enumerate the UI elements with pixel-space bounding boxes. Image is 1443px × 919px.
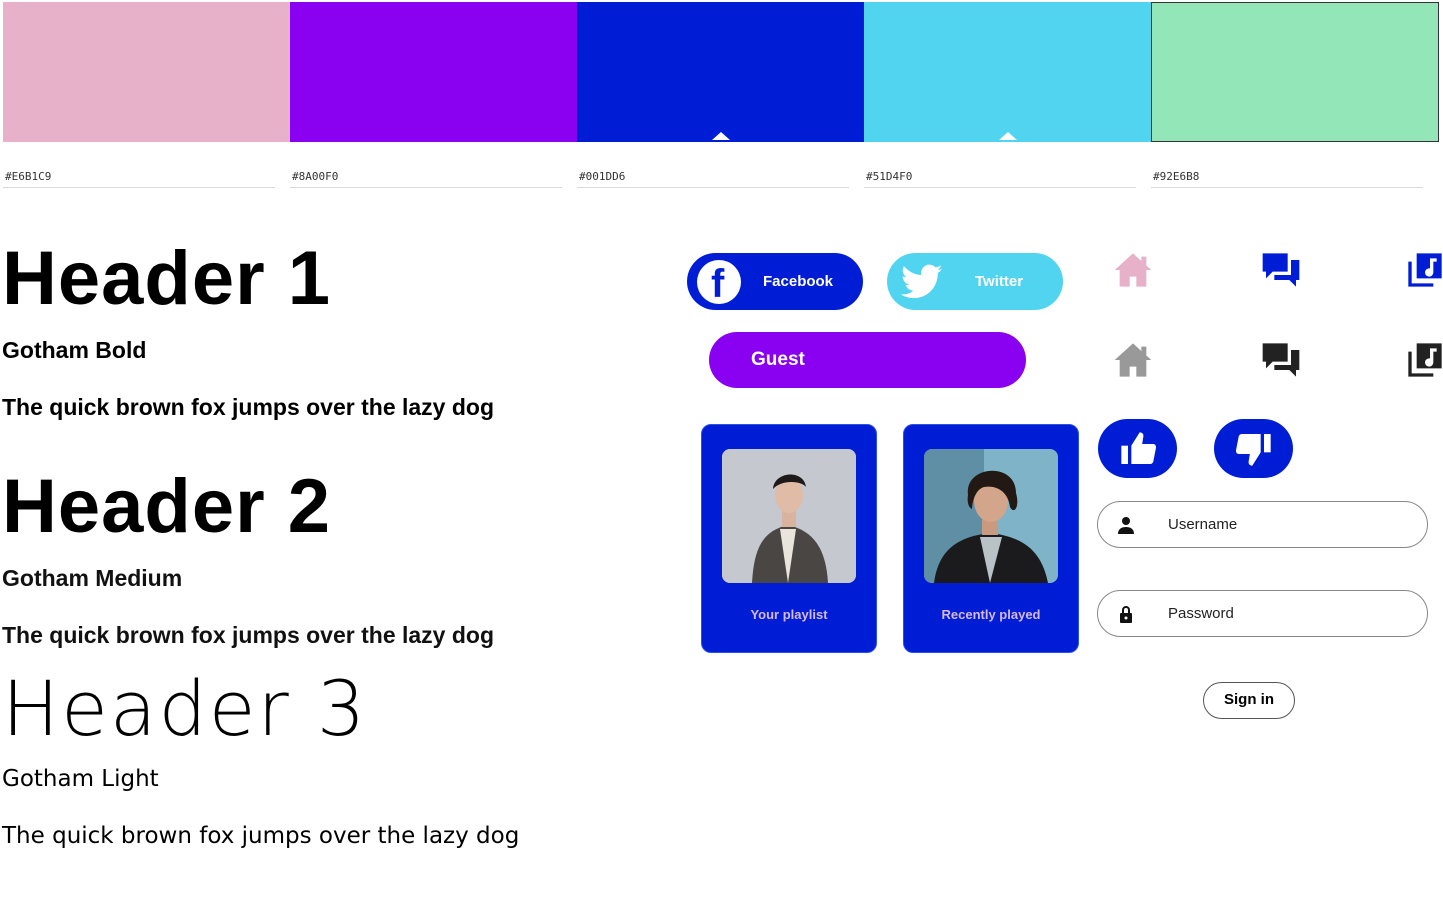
username-placeholder: Username: [1168, 516, 1238, 533]
header-1-sample: Header 1: [2, 236, 332, 321]
swatch-purple: [290, 2, 577, 142]
username-field[interactable]: Username: [1097, 501, 1428, 548]
swatch-pink: [3, 2, 290, 142]
password-field[interactable]: Password: [1097, 590, 1428, 637]
like-button[interactable]: [1098, 419, 1177, 478]
password-placeholder: Password: [1168, 605, 1234, 622]
swatch-cyan: [864, 2, 1151, 142]
lock-icon: [1120, 606, 1132, 623]
header-3-font-name: Gotham Light: [2, 766, 159, 792]
music-library-icon[interactable]: [1405, 340, 1443, 380]
swatch-hex-label: #8A00F0: [290, 170, 562, 188]
facebook-button[interactable]: f Facebook: [687, 253, 863, 310]
thumbs-up-icon: [1121, 432, 1157, 464]
caret-up-icon: [711, 132, 730, 140]
twitter-button[interactable]: Twitter: [887, 253, 1063, 310]
sign-in-button[interactable]: Sign in: [1203, 682, 1295, 719]
swatch-green: [1151, 2, 1439, 142]
home-icon[interactable]: [1113, 250, 1153, 290]
swatch-hex-label: #92E6B8: [1151, 170, 1423, 188]
header-3-pangram: The quick brown fox jumps over the lazy …: [2, 823, 520, 849]
recently-played-card[interactable]: Recently played: [903, 424, 1079, 653]
artist-photo: [722, 449, 856, 583]
twitter-button-label: Twitter: [975, 273, 1024, 290]
twitter-icon: [901, 264, 943, 298]
thumbs-down-icon: [1235, 434, 1271, 466]
facebook-button-label: Facebook: [763, 273, 834, 290]
caret-up-icon: [998, 132, 1017, 140]
artist-photo: [924, 449, 1058, 583]
header-1-pangram: The quick brown fox jumps over the lazy …: [2, 394, 495, 420]
chat-icon[interactable]: [1261, 250, 1301, 290]
card-caption: Recently played: [941, 607, 1041, 622]
header-2-sample: Header 2: [2, 464, 332, 549]
header-3-sample: Header 3: [2, 664, 368, 753]
card-caption: Your playlist: [750, 607, 828, 622]
swatch-hex-label: #E6B1C9: [3, 170, 275, 188]
header-1-font-name: Gotham Bold: [2, 337, 147, 363]
facebook-icon: f: [697, 259, 741, 306]
header-2-font-name: Gotham Medium: [2, 565, 183, 591]
home-icon[interactable]: [1113, 340, 1153, 380]
guest-button-label: Guest: [751, 349, 805, 370]
dislike-button[interactable]: [1214, 419, 1293, 478]
swatch-hex-label: #51D4F0: [864, 170, 1136, 188]
your-playlist-card[interactable]: Your playlist: [701, 424, 877, 653]
chat-icon[interactable]: [1261, 340, 1301, 380]
header-2-pangram: The quick brown fox jumps over the lazy …: [2, 622, 495, 648]
guest-button[interactable]: Guest: [709, 332, 1026, 388]
user-icon: [1118, 517, 1134, 534]
music-library-icon[interactable]: [1405, 250, 1443, 290]
swatch-blue: [577, 2, 864, 142]
swatch-hex-label: #001DD6: [577, 170, 849, 188]
